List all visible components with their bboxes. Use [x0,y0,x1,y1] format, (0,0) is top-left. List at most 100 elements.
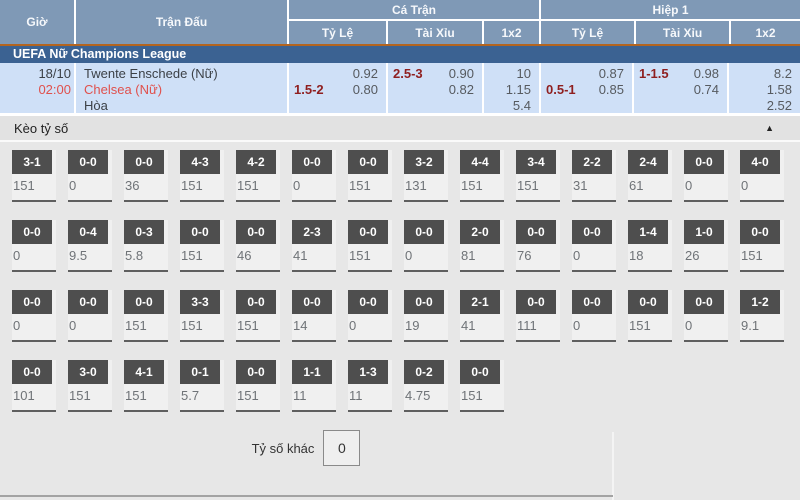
match-date: 18/10 [0,66,71,82]
score-label: 0-0 [124,150,164,174]
header-group-full-match: Cá Trận Tỷ Lệ Tài Xỉu 1x2 [287,0,539,44]
score-odds-value: 151 [68,388,112,403]
score-odds-cell[interactable]: 4-2151 [236,150,280,202]
score-odds-value: 151 [740,248,784,263]
score-odds-cell[interactable]: 3-2131 [404,150,448,202]
score-odds-cell[interactable]: 0-046 [236,220,280,272]
score-odds-value: 151 [12,178,56,193]
score-odds-cell[interactable]: 0-00 [68,290,112,342]
match-row: 18/10 02:00 Twente Enschede (Nữ) Chelsea… [0,63,800,116]
score-odds-cell[interactable]: 3-3151 [180,290,224,342]
score-odds-cell[interactable]: 0-00 [684,150,728,202]
match-time: 02:00 [0,82,71,98]
full-handicap-home-odds[interactable]: 0.92 [353,66,378,82]
score-odds-value: 0 [572,318,616,333]
score-odds-cell[interactable]: 2-141 [460,290,504,342]
panel-edge-divider [612,432,614,500]
score-odds-cell[interactable]: 0-0151 [180,220,224,272]
score-odds-cell[interactable]: 0-0151 [740,220,784,272]
score-odds-value: 9.1 [740,318,784,333]
score-label: 2-0 [460,220,500,244]
score-odds-cell[interactable]: 0-15.7 [180,360,224,412]
score-odds-cell[interactable]: 0-0101 [12,360,56,412]
score-odds-value: 18 [628,248,672,263]
full-handicap-away-odds[interactable]: 0.80 [353,82,378,98]
score-odds-cell[interactable]: 0-0111 [516,290,560,342]
score-odds-value: 26 [684,248,728,263]
score-odds-cell[interactable]: 3-4151 [516,150,560,202]
score-odds-cell[interactable]: 0-00 [684,290,728,342]
score-odds-cell[interactable]: 0-0151 [348,220,392,272]
score-odds-cell[interactable]: 0-0151 [236,360,280,412]
score-odds-cell[interactable]: 2-231 [572,150,616,202]
score-odds-cell[interactable]: 4-4151 [460,150,504,202]
half-over-odds[interactable]: 0.98 [694,66,719,82]
score-odds-cell[interactable]: 0-0151 [348,150,392,202]
score-odds-cell[interactable]: 3-0151 [68,360,112,412]
score-label: 2-2 [572,150,612,174]
score-odds-cell[interactable]: 1-311 [348,360,392,412]
half-handicap-away-odds[interactable]: 0.85 [599,82,624,98]
score-odds-cell[interactable]: 0-00 [572,290,616,342]
score-odds-value: 0 [12,248,56,263]
full-1x2-away-odds[interactable]: 1.15 [506,82,531,98]
full-under-odds[interactable]: 0.82 [449,82,474,98]
score-odds-value: 41 [460,318,504,333]
bottom-divider [0,495,613,497]
score-odds-cell[interactable]: 0-0151 [236,290,280,342]
score-odds-cell[interactable]: 0-00 [292,150,336,202]
league-title-bar: UEFA Nữ Champions League [0,46,800,63]
score-label: 0-0 [68,290,108,314]
score-odds-cell[interactable]: 0-49.5 [68,220,112,272]
score-section-title: Kèo tỷ số [14,121,765,136]
score-odds-cell[interactable]: 0-0151 [124,290,168,342]
score-odds-value: 0 [292,178,336,193]
other-score-value[interactable]: 0 [323,430,360,466]
score-odds-cell[interactable]: 0-35.8 [124,220,168,272]
score-odds-cell[interactable]: 0-00 [348,290,392,342]
score-label: 0-0 [516,290,556,314]
half-1x2-draw-odds[interactable]: 2.52 [767,98,792,114]
score-odds-cell[interactable]: 0-00 [404,220,448,272]
score-odds-cell[interactable]: 0-076 [516,220,560,272]
score-odds-cell[interactable]: 1-29.1 [740,290,784,342]
score-odds-cell[interactable]: 0-019 [404,290,448,342]
score-odds-cell[interactable]: 4-3151 [180,150,224,202]
half-1x2-away-odds[interactable]: 1.58 [767,82,792,98]
score-odds-cell[interactable]: 3-1151 [12,150,56,202]
draw-label: Hòa [84,98,287,114]
score-odds-cell[interactable]: 0-00 [12,290,56,342]
score-odds-cell[interactable]: 0-0151 [628,290,672,342]
half-under-odds[interactable]: 0.74 [694,82,719,98]
score-odds-cell[interactable]: 0-0151 [460,360,504,412]
score-odds-value: 31 [572,178,616,193]
header-half-handicap: Tỷ Lệ [541,21,634,44]
score-odds-cell[interactable]: 2-341 [292,220,336,272]
score-odds-cell[interactable]: 0-036 [124,150,168,202]
score-odds-cell[interactable]: 0-00 [572,220,616,272]
score-odds-cell[interactable]: 1-026 [684,220,728,272]
score-label: 0-0 [404,220,444,244]
half-1x2-home-odds[interactable]: 8.2 [774,66,792,82]
score-odds-cell[interactable]: 4-00 [740,150,784,202]
score-odds-cell[interactable]: 0-00 [12,220,56,272]
half-handicap-home-odds[interactable]: 0.87 [599,66,624,82]
score-odds-cell[interactable]: 1-111 [292,360,336,412]
score-odds-cell[interactable]: 4-1151 [124,360,168,412]
full-1x2-draw-odds[interactable]: 5.4 [513,98,531,114]
score-odds-cell[interactable]: 0-014 [292,290,336,342]
full-1x2-home-odds[interactable]: 10 [517,66,531,82]
header-full-match-title: Cá Trận [289,0,539,21]
score-odds-cell[interactable]: 0-24.75 [404,360,448,412]
score-odds-cell[interactable]: 2-081 [460,220,504,272]
score-odds-cell[interactable]: 2-461 [628,150,672,202]
score-label: 4-2 [236,150,276,174]
full-over-odds[interactable]: 0.90 [449,66,474,82]
full-handicap-line: 1.5-2 [294,82,324,98]
score-odds-cell[interactable]: 0-00 [68,150,112,202]
score-odds-cell[interactable]: 1-418 [628,220,672,272]
score-section-header[interactable]: Kèo tỷ số ▲ [0,116,800,142]
match-time-cell: 18/10 02:00 [0,63,74,113]
full-ou-line: 2.5-3 [393,66,423,82]
score-label: 2-4 [628,150,668,174]
